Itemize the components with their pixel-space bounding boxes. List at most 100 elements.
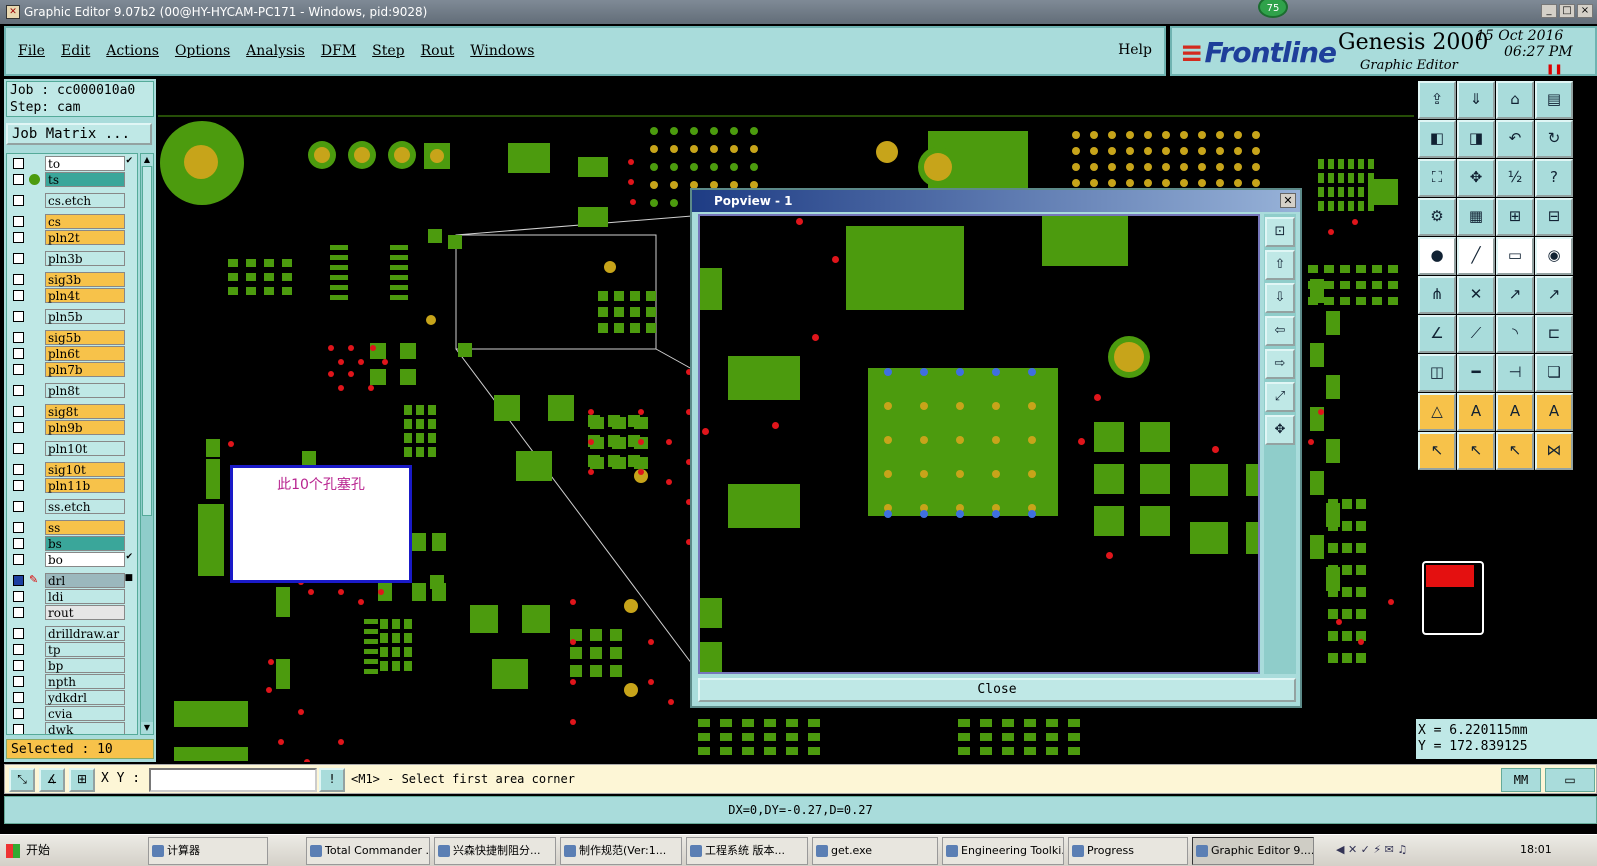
layer-row[interactable]: to ✔ bbox=[9, 156, 137, 171]
layer-row[interactable]: ts bbox=[9, 172, 137, 187]
grid-icon[interactable]: ▦ bbox=[1457, 198, 1495, 236]
layer-row[interactable]: pln10t bbox=[9, 441, 137, 456]
layer-checkbox[interactable] bbox=[13, 676, 24, 687]
menu-file[interactable]: File bbox=[18, 43, 45, 59]
layer-checkbox[interactable] bbox=[13, 174, 24, 185]
layer-name[interactable]: pln3b bbox=[45, 251, 125, 266]
taskbar-item[interactable]: 兴森快捷制阻分... bbox=[434, 837, 556, 865]
layer-name[interactable]: ss.etch bbox=[45, 499, 125, 514]
layer-checkbox[interactable] bbox=[13, 692, 24, 703]
layer-row[interactable]: sig5b bbox=[9, 330, 137, 345]
xy-input[interactable] bbox=[149, 768, 317, 792]
layer-checkbox[interactable] bbox=[13, 554, 24, 565]
layer-row[interactable]: dwk bbox=[9, 722, 137, 734]
layer-name[interactable]: ldi bbox=[45, 589, 125, 604]
layer-checkbox[interactable] bbox=[13, 538, 24, 549]
layer-row[interactable]: pln5b bbox=[9, 309, 137, 324]
pan-right-icon[interactable]: ⇨ bbox=[1265, 349, 1295, 379]
layer-name[interactable]: cs bbox=[45, 214, 125, 229]
grid-mode-icon[interactable]: ⊞ bbox=[69, 768, 95, 792]
layer-name[interactable]: ss bbox=[45, 520, 125, 535]
layer-name[interactable]: pln8t bbox=[45, 383, 125, 398]
layer-row[interactable]: ss bbox=[9, 520, 137, 535]
layer-checkbox[interactable] bbox=[13, 464, 24, 475]
text-a2-icon[interactable]: A bbox=[1496, 393, 1534, 431]
layer-row[interactable]: rout bbox=[9, 605, 137, 620]
menu-edit[interactable]: Edit bbox=[61, 43, 90, 59]
snap-icon[interactable]: ⊞ bbox=[1496, 198, 1534, 236]
taskbar-item[interactable]: 工程系统 版本... bbox=[686, 837, 808, 865]
mini-map[interactable] bbox=[1422, 561, 1484, 635]
layer-name[interactable]: rout bbox=[45, 605, 125, 620]
scroll-thumb[interactable] bbox=[142, 166, 152, 516]
fit-screen-icon[interactable]: ⛶ bbox=[1418, 159, 1456, 197]
layer-name[interactable]: ydkdrl bbox=[45, 690, 125, 705]
zoom-left-icon[interactable]: ◧ bbox=[1418, 120, 1456, 158]
layer-checkbox[interactable] bbox=[13, 385, 24, 396]
layer-row[interactable]: bs bbox=[9, 536, 137, 551]
layer-name[interactable]: pln9b bbox=[45, 420, 125, 435]
maximize-button[interactable]: □ bbox=[1559, 4, 1575, 18]
layer-checkbox[interactable] bbox=[13, 311, 24, 322]
layer-name[interactable]: bs bbox=[45, 536, 125, 551]
taskbar-item[interactable]: Progress bbox=[1068, 837, 1188, 865]
contour-icon[interactable]: ⊏ bbox=[1535, 315, 1573, 353]
layer-name[interactable]: bo bbox=[45, 552, 125, 567]
layer-row[interactable]: pln2t bbox=[9, 230, 137, 245]
warning-icon[interactable]: ! bbox=[319, 768, 345, 792]
scroll-down-icon[interactable]: ▼ bbox=[141, 722, 153, 734]
select-box-icon[interactable]: ↖ bbox=[1457, 432, 1495, 470]
menu-actions[interactable]: Actions bbox=[106, 43, 159, 59]
layer-name[interactable]: pln10t bbox=[45, 441, 125, 456]
layer-row[interactable]: cs.etch bbox=[9, 193, 137, 208]
home-down-icon[interactable]: ⇓ bbox=[1457, 81, 1495, 119]
menu-rout[interactable]: Rout bbox=[421, 43, 455, 59]
layer-row[interactable]: pln3b bbox=[9, 251, 137, 266]
layer-name[interactable]: sig10t bbox=[45, 462, 125, 477]
cross-icon[interactable]: ✕ bbox=[1457, 276, 1495, 314]
layer-name[interactable]: bp bbox=[45, 658, 125, 673]
layer-checkbox[interactable] bbox=[13, 406, 24, 417]
layer-name[interactable]: cs.etch bbox=[45, 193, 125, 208]
minimize-button[interactable]: _ bbox=[1541, 4, 1557, 18]
slant-icon[interactable]: ⟋ bbox=[1457, 315, 1495, 353]
layer-checkbox[interactable] bbox=[13, 607, 24, 618]
layer-row[interactable]: drilldraw.ar bbox=[9, 626, 137, 641]
zoom-fit-icon[interactable]: ⊡ bbox=[1265, 217, 1295, 247]
snap-mode-icon[interactable]: ⤡ bbox=[9, 768, 35, 792]
menu-windows[interactable]: Windows bbox=[470, 43, 534, 59]
layer-checkbox[interactable] bbox=[13, 195, 24, 206]
layer-checkbox[interactable] bbox=[13, 290, 24, 301]
layer-row[interactable]: pln8t bbox=[9, 383, 137, 398]
zoom-right-icon[interactable]: ◨ bbox=[1457, 120, 1495, 158]
layer-checkbox[interactable] bbox=[13, 274, 24, 285]
line-icon[interactable]: ╱ bbox=[1457, 237, 1495, 275]
layer-checkbox[interactable] bbox=[13, 332, 24, 343]
menu-dfm[interactable]: DFM bbox=[321, 43, 356, 59]
taskbar-item-active[interactable]: Graphic Editor 9.... bbox=[1192, 837, 1314, 865]
layer-row[interactable]: cs bbox=[9, 214, 137, 229]
zoom-out-icon[interactable]: ✥ bbox=[1265, 415, 1295, 445]
layer-row[interactable]: ydkdrl bbox=[9, 690, 137, 705]
attr-icon[interactable]: ◫ bbox=[1418, 354, 1456, 392]
zoom-in-icon[interactable]: ⤢ bbox=[1265, 382, 1295, 412]
layer-name[interactable]: sig8t bbox=[45, 404, 125, 419]
home-icon[interactable]: ⌂ bbox=[1496, 81, 1534, 119]
layer-row[interactable]: pln6t bbox=[9, 346, 137, 361]
layer-checkbox[interactable] bbox=[13, 575, 24, 586]
layer-checkbox[interactable] bbox=[13, 158, 24, 169]
layer-name[interactable]: dwk bbox=[45, 722, 125, 734]
job-matrix-button[interactable]: Job Matrix ... bbox=[6, 123, 152, 145]
layer-checkbox[interactable] bbox=[13, 644, 24, 655]
scale-1-2-icon[interactable]: ½ bbox=[1496, 159, 1534, 197]
home-up-icon[interactable]: ⇪ bbox=[1418, 81, 1456, 119]
start-button[interactable]: 开始 bbox=[2, 837, 102, 865]
layer-name[interactable]: pln5b bbox=[45, 309, 125, 324]
scroll-up-icon[interactable]: ▲ bbox=[141, 154, 153, 166]
net-select-icon[interactable]: ⋈ bbox=[1535, 432, 1573, 470]
layer-checkbox[interactable] bbox=[13, 216, 24, 227]
menu-step[interactable]: Step bbox=[372, 43, 404, 59]
taskbar-item[interactable]: Total Commander ... bbox=[306, 837, 430, 865]
layer-row[interactable]: cvia bbox=[9, 706, 137, 721]
units-button[interactable]: MM bbox=[1501, 768, 1541, 792]
